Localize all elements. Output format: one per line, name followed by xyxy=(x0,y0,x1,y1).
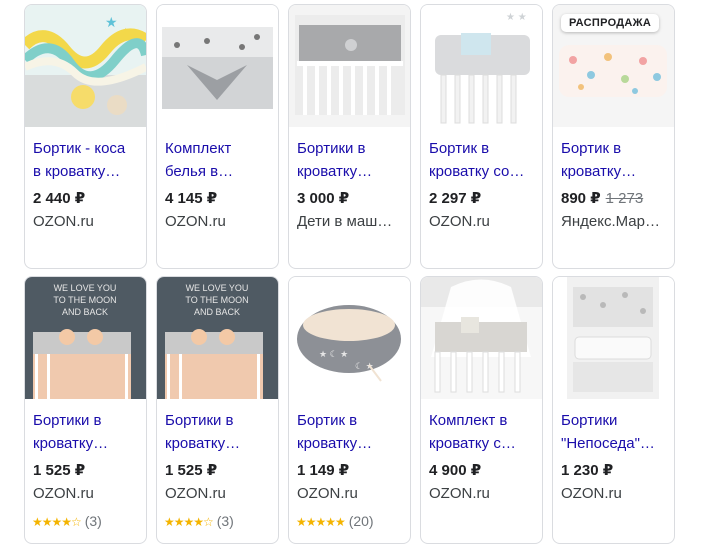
product-price: 1 230 ₽ xyxy=(561,462,614,479)
product-title-line1[interactable]: Бортики xyxy=(561,409,669,432)
product-store: OZON.ru xyxy=(165,485,226,502)
rating-stars-icon: ★★★★★ xyxy=(296,515,346,529)
product-image[interactable]: WE LOVE YOU TO THE MOON AND BACK xyxy=(157,277,278,399)
product-store: Яндекс.Мар… xyxy=(561,213,660,230)
product-title[interactable]: Бортик в кроватку… xyxy=(297,409,405,455)
product-image[interactable]: ★ ★ xyxy=(25,5,146,127)
product-title-line1[interactable]: Комплект xyxy=(165,137,273,160)
product-store: OZON.ru xyxy=(165,213,226,230)
rating-stars-icon: ★★★★☆ xyxy=(164,515,214,529)
wall-text-line1: WE LOVE YOU xyxy=(54,283,117,293)
wall-text-line3: AND BACK xyxy=(62,307,108,317)
rating-count: (3) xyxy=(84,513,102,529)
product-store: OZON.ru xyxy=(33,485,94,502)
product-store: OZON.ru xyxy=(429,213,490,230)
wall-text-line3: AND BACK xyxy=(194,307,240,317)
product-title-line2[interactable]: кроватку с… xyxy=(429,432,537,455)
product-rating: ★★★★☆ (3) xyxy=(164,513,234,529)
product-image[interactable]: ★ ★ xyxy=(421,5,542,127)
product-title[interactable]: Бортики в кроватку… xyxy=(33,409,141,455)
product-title-line1[interactable]: Комплект в xyxy=(429,409,537,432)
product-price: 3 000 ₽ xyxy=(297,190,350,207)
product-price: 1 149 ₽ xyxy=(297,462,350,479)
product-card-2[interactable]: Комплект белья в… 4 145 ₽ OZON.ru xyxy=(156,4,279,269)
product-image[interactable] xyxy=(553,277,674,399)
product-grid: ★ ★ Бортик - коса в кроватку… 2 440 ₽ OZ… xyxy=(24,4,678,544)
product-store: Дети в маш… xyxy=(297,213,393,230)
product-card-9[interactable]: Комплект в кроватку с… 4 900 ₽ OZON.ru xyxy=(420,276,543,544)
product-store: OZON.ru xyxy=(297,485,358,502)
product-title-line2[interactable]: кроватку… xyxy=(297,160,405,183)
svg-text:★ ★: ★ ★ xyxy=(506,12,527,23)
product-image[interactable]: ★ ☾ ★ ☾ ★ xyxy=(289,277,410,399)
product-rating: ★★★★☆ (3) xyxy=(32,513,102,529)
product-card-5[interactable]: РАСПРОДАЖА Бортик в кроватку… 890 ₽1 273… xyxy=(552,4,675,269)
product-rating: ★★★★★ (20) xyxy=(296,513,374,529)
product-store: OZON.ru xyxy=(429,485,490,502)
product-title-line1[interactable]: Бортик в xyxy=(429,137,537,160)
product-image[interactable] xyxy=(157,5,278,127)
product-image[interactable]: WE LOVE YOU TO THE MOON AND BACK xyxy=(25,277,146,399)
product-card-6[interactable]: WE LOVE YOU TO THE MOON AND BACK Бортики… xyxy=(24,276,147,544)
product-price: 1 525 ₽ xyxy=(33,462,86,479)
product-title-line1[interactable]: Бортики в xyxy=(33,409,141,432)
sale-badge: РАСПРОДАЖА xyxy=(561,14,660,32)
product-title[interactable]: Бортик в кроватку… xyxy=(561,137,669,183)
wall-text-line2: TO THE MOON xyxy=(53,295,116,305)
svg-text:★ ☾ ★: ★ ☾ ★ xyxy=(319,349,348,359)
product-card-1[interactable]: ★ ★ Бортик - коса в кроватку… 2 440 ₽ OZ… xyxy=(24,4,147,269)
product-price: 4 145 ₽ xyxy=(165,190,218,207)
product-card-4[interactable]: ★ ★ Бортик в кроватку со… 2 297 ₽ OZON.r… xyxy=(420,4,543,269)
product-price: 2 440 ₽ xyxy=(33,190,86,207)
product-card-3[interactable]: Бортики в кроватку… 3 000 ₽ Дети в маш… xyxy=(288,4,411,269)
product-title[interactable]: Бортик - коса в кроватку… xyxy=(33,137,141,183)
wall-text-line2: TO THE MOON xyxy=(185,295,248,305)
product-store: OZON.ru xyxy=(33,213,94,230)
product-title[interactable]: Бортики в кроватку… xyxy=(297,137,405,183)
product-title-line1[interactable]: Бортик - коса xyxy=(33,137,141,160)
product-price: 890 ₽1 273 xyxy=(561,189,643,207)
rating-count: (20) xyxy=(348,513,374,529)
product-title[interactable]: Бортики в кроватку… xyxy=(165,409,273,455)
product-price: 1 525 ₽ xyxy=(165,462,218,479)
product-title-line2[interactable]: "Непоседа"… xyxy=(561,432,669,455)
old-price: 1 273 xyxy=(605,190,644,207)
svg-text:★: ★ xyxy=(121,27,130,38)
product-store: OZON.ru xyxy=(561,485,622,502)
current-price: 890 ₽ xyxy=(561,190,601,207)
product-title[interactable]: Комплект белья в… xyxy=(165,137,273,183)
product-image[interactable] xyxy=(289,5,410,127)
product-card-7[interactable]: WE LOVE YOU TO THE MOON AND BACK Бортики… xyxy=(156,276,279,544)
product-title-line2[interactable]: белья в… xyxy=(165,160,273,183)
product-title-line2[interactable]: кроватку со… xyxy=(429,160,537,183)
product-title-line1[interactable]: Бортик в xyxy=(297,409,405,432)
rating-count: (3) xyxy=(216,513,234,529)
product-title-line2[interactable]: кроватку… xyxy=(561,160,669,183)
product-card-10[interactable]: Бортики "Непоседа"… 1 230 ₽ OZON.ru xyxy=(552,276,675,544)
product-title[interactable]: Комплект в кроватку с… xyxy=(429,409,537,455)
product-card-8[interactable]: ★ ☾ ★ ☾ ★ Бортик в кроватку… 1 149 ₽ OZO… xyxy=(288,276,411,544)
product-title-line1[interactable]: Бортики в xyxy=(297,137,405,160)
product-price: 2 297 ₽ xyxy=(429,190,482,207)
svg-text:★: ★ xyxy=(105,14,118,30)
wall-text-line1: WE LOVE YOU xyxy=(186,283,249,293)
product-image[interactable] xyxy=(421,277,542,399)
product-title-line2[interactable]: кроватку… xyxy=(297,432,405,455)
product-title[interactable]: Бортики "Непоседа"… xyxy=(561,409,669,455)
product-title-line2[interactable]: кроватку… xyxy=(33,432,141,455)
rating-stars-icon: ★★★★☆ xyxy=(32,515,82,529)
product-title-line2[interactable]: кроватку… xyxy=(165,432,273,455)
product-title-line1[interactable]: Бортики в xyxy=(165,409,273,432)
product-price: 4 900 ₽ xyxy=(429,462,482,479)
product-title-line1[interactable]: Бортик в xyxy=(561,137,669,160)
product-title[interactable]: Бортик в кроватку со… xyxy=(429,137,537,183)
product-title-line2[interactable]: в кроватку… xyxy=(33,160,141,183)
